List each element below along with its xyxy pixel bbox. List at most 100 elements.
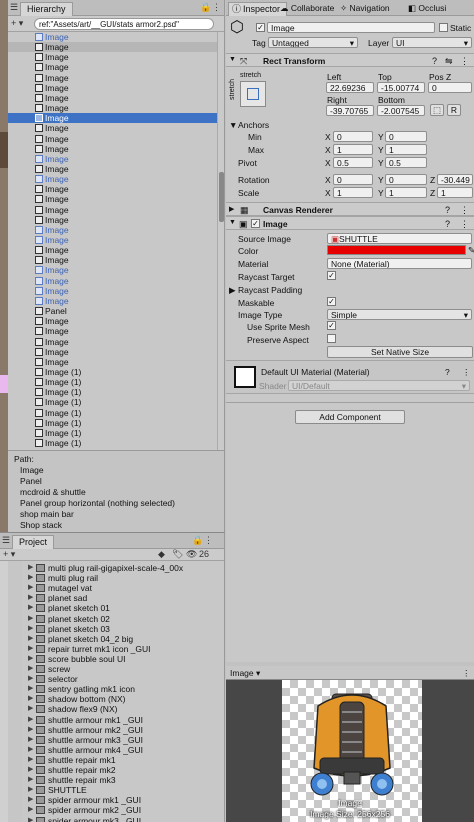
hierarchy-row[interactable]: Image: [8, 316, 218, 326]
help-icon[interactable]: ?: [445, 219, 450, 229]
hierarchy-row[interactable]: Image: [8, 164, 218, 174]
kebab-menu-icon[interactable]: ⋮: [462, 668, 471, 679]
hierarchy-row[interactable]: Image: [8, 194, 218, 204]
rotation-z-field[interactable]: -30.449: [437, 174, 473, 185]
project-asset-item[interactable]: ▶ planet sketch 03: [28, 624, 110, 634]
hierarchy-row[interactable]: Image: [8, 265, 218, 275]
kebab-menu-icon[interactable]: ⋮: [204, 535, 213, 546]
hierarchy-scrollbar[interactable]: [217, 32, 224, 450]
hierarchy-row[interactable]: Image: [8, 347, 218, 357]
layer-dropdown[interactable]: UI ▾: [392, 37, 472, 48]
expand-arrow-icon[interactable]: ▶: [28, 745, 33, 755]
eyedropper-icon[interactable]: ✎: [468, 245, 474, 256]
hierarchy-row[interactable]: Image (1): [8, 408, 218, 418]
active-checkbox[interactable]: ✓: [256, 23, 265, 32]
min-x-field[interactable]: 0: [333, 131, 373, 142]
project-asset-item[interactable]: ▶ shuttle repair mk1: [28, 755, 116, 765]
right-field[interactable]: -39.70765: [326, 105, 374, 116]
set-native-size-button[interactable]: Set Native Size: [327, 346, 473, 358]
project-asset-item[interactable]: ▶ planet sketch 04_2 big: [28, 634, 133, 644]
expand-arrow-icon[interactable]: ▶: [28, 816, 33, 822]
hierarchy-row[interactable]: Image (1): [8, 397, 218, 407]
hidden-count-icon[interactable]: 👁: [186, 549, 197, 560]
scale-z-field[interactable]: 1: [437, 187, 473, 198]
lock-icon[interactable]: 🔒: [192, 535, 203, 546]
project-asset-item[interactable]: ▶ planet sketch 02: [28, 614, 110, 624]
hierarchy-row[interactable]: Image: [8, 276, 218, 286]
expand-arrow-icon[interactable]: ▶: [28, 735, 33, 745]
project-asset-item[interactable]: ▶ spider armour mk2 _GUI: [28, 805, 141, 815]
help-icon[interactable]: ?: [445, 367, 450, 377]
hierarchy-row[interactable]: Image: [8, 93, 218, 103]
project-asset-item[interactable]: ▶ planet sketch 01: [28, 603, 110, 613]
anchors-arrow-icon[interactable]: ▼: [229, 120, 237, 130]
add-component-button[interactable]: Add Component: [295, 410, 405, 424]
max-x-field[interactable]: 1: [333, 144, 373, 155]
pivot-y-field[interactable]: 0.5: [385, 157, 427, 168]
add-icon[interactable]: + ▾: [3, 549, 15, 560]
hierarchy-row[interactable]: Image: [8, 174, 218, 184]
hierarchy-row[interactable]: Image: [8, 62, 218, 72]
use-sprite-mesh-checkbox[interactable]: ✓: [327, 321, 336, 330]
project-asset-item[interactable]: ▶ SHUTTLE: [28, 785, 87, 795]
rotation-y-field[interactable]: 0: [385, 174, 427, 185]
project-asset-item[interactable]: ▶ planet sad: [28, 593, 87, 603]
preset-icon[interactable]: ⇋: [445, 56, 453, 67]
object-name-field[interactable]: Image: [267, 22, 435, 33]
hierarchy-row[interactable]: Image: [8, 42, 218, 53]
min-y-field[interactable]: 0: [385, 131, 427, 142]
hierarchy-row[interactable]: Image: [8, 296, 218, 306]
bottom-field[interactable]: -2.007545: [377, 105, 425, 116]
collapse-arrow-icon[interactable]: ▼: [229, 56, 236, 63]
project-asset-item[interactable]: ▶ screw: [28, 664, 70, 674]
scale-y-field[interactable]: 1: [385, 187, 427, 198]
expand-arrow-icon[interactable]: ▶: [28, 573, 33, 583]
expand-arrow-icon[interactable]: ▶: [28, 583, 33, 593]
kebab-menu-icon[interactable]: ⋮: [460, 219, 469, 230]
raw-edit-button[interactable]: R: [447, 104, 461, 116]
search-by-type-icon[interactable]: ◆: [158, 549, 165, 560]
expand-arrow-icon[interactable]: ▶: [28, 603, 33, 613]
hierarchy-row[interactable]: Image: [8, 215, 218, 225]
hierarchy-row[interactable]: Image: [8, 32, 218, 42]
expand-arrow-icon[interactable]: ▶: [28, 795, 33, 805]
maskable-checkbox[interactable]: ✓: [327, 297, 336, 306]
project-asset-item[interactable]: ▶ shadow flex9 (NX): [28, 704, 117, 714]
raycast-target-checkbox[interactable]: ✓: [327, 271, 336, 280]
hierarchy-row[interactable]: Image (1): [8, 438, 218, 448]
pivot-x-field[interactable]: 0.5: [333, 157, 373, 168]
max-y-field[interactable]: 1: [385, 144, 427, 155]
preview-dropdown[interactable]: Image ▾: [230, 668, 260, 679]
expand-arrow-icon[interactable]: ▶: [28, 704, 33, 714]
kebab-menu-icon[interactable]: ⋮: [460, 205, 469, 216]
rotation-x-field[interactable]: 0: [333, 174, 373, 185]
posz-field[interactable]: 0: [428, 82, 472, 93]
collapse-arrow-icon[interactable]: ▶: [229, 205, 234, 213]
expand-arrow-icon[interactable]: ▶: [28, 765, 33, 775]
top-field[interactable]: -15.00774: [377, 82, 425, 93]
kebab-menu-icon[interactable]: ⋮: [462, 367, 471, 378]
raycast-padding-arrow-icon[interactable]: ▶: [229, 285, 236, 296]
help-icon[interactable]: ?: [445, 205, 450, 215]
hierarchy-row[interactable]: Image: [8, 205, 218, 215]
tab-project[interactable]: Project: [12, 535, 55, 549]
hierarchy-row[interactable]: Image: [8, 255, 218, 265]
hierarchy-row[interactable]: Image: [8, 184, 218, 194]
hierarchy-row[interactable]: Image (1): [8, 377, 218, 387]
help-icon[interactable]: ?: [432, 56, 437, 66]
hierarchy-row[interactable]: Image: [8, 286, 218, 296]
hierarchy-row[interactable]: Image: [8, 123, 218, 133]
project-asset-item[interactable]: ▶ shuttle repair mk3: [28, 775, 116, 785]
expand-arrow-icon[interactable]: ▶: [28, 634, 33, 644]
project-asset-item[interactable]: ▶ shadow bottom (NX): [28, 694, 125, 704]
project-asset-item[interactable]: ▶ shuttle armour mk1 _GUI: [28, 715, 143, 725]
hierarchy-row[interactable]: Image: [8, 113, 218, 124]
project-asset-item[interactable]: ▶ score bubble soul UI: [28, 654, 126, 664]
kebab-menu-icon[interactable]: ⋮: [460, 56, 469, 67]
expand-arrow-icon[interactable]: ▶: [28, 644, 33, 654]
project-asset-item[interactable]: ▶ sentry gatling mk1 icon: [28, 684, 135, 694]
project-asset-item[interactable]: ▶ spider armour mk3 _GUI: [28, 816, 141, 822]
project-asset-item[interactable]: ▶ multi plug rail-gigapixel-scale-4_00x: [28, 563, 183, 573]
blueprint-mode-button[interactable]: ⬚: [430, 104, 444, 116]
hierarchy-row[interactable]: Image (1): [8, 387, 218, 397]
